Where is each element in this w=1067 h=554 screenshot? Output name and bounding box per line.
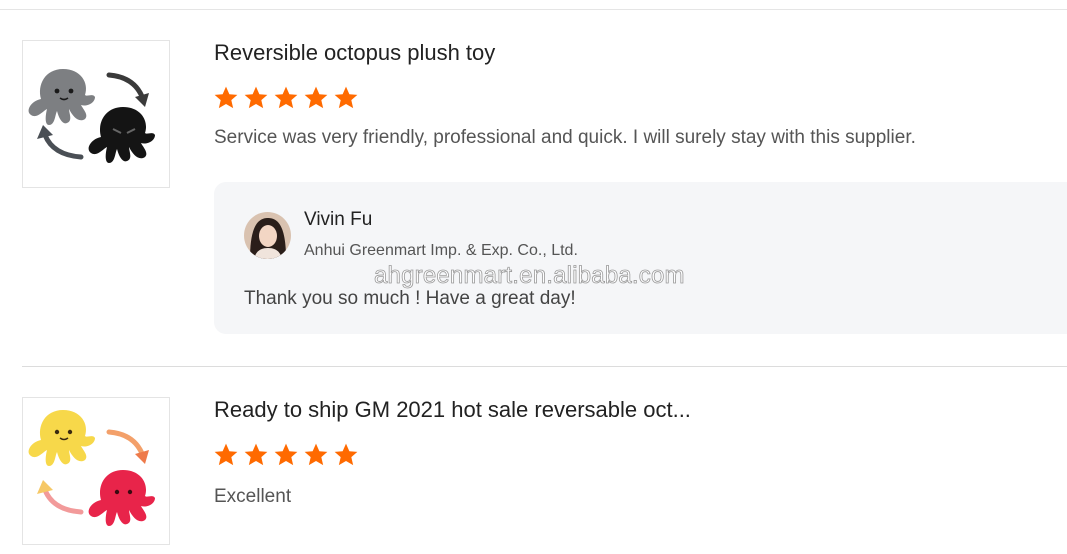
replier-company: Anhui Greenmart Imp. & Exp. Co., Ltd. xyxy=(304,242,578,259)
octopus-image xyxy=(28,69,155,163)
star-icon xyxy=(244,86,268,109)
octopus-image xyxy=(28,410,155,526)
yellow-octopus xyxy=(28,410,95,466)
product-title[interactable]: Ready to ship GM 2021 hot sale reversabl… xyxy=(214,397,691,423)
star-icon xyxy=(304,443,328,466)
star-icon xyxy=(274,443,298,466)
red-octopus xyxy=(88,470,155,526)
replier-name: Vivin Fu xyxy=(304,209,373,230)
review-text: Excellent xyxy=(214,486,292,507)
review-text: Service was very friendly, professional … xyxy=(214,127,916,148)
avatar xyxy=(244,212,291,259)
product-thumbnail[interactable] xyxy=(22,40,170,188)
star-icon xyxy=(304,86,328,109)
star-icon xyxy=(214,86,238,109)
top-divider xyxy=(0,9,1067,10)
supplier-reply: Vivin Fu Anhui Greenmart Imp. & Exp. Co.… xyxy=(214,182,1067,334)
product-thumbnail[interactable] xyxy=(22,397,170,545)
black-octopus xyxy=(88,107,155,163)
review-divider xyxy=(22,366,1067,367)
star-icon xyxy=(274,86,298,109)
star-icon xyxy=(334,443,358,466)
star-icon xyxy=(334,86,358,109)
reply-text: Thank you so much ! Have a great day! xyxy=(244,288,576,309)
product-title[interactable]: Reversible octopus plush toy xyxy=(214,40,495,66)
star-icon xyxy=(214,443,238,466)
star-rating xyxy=(213,85,359,111)
watermark: ahgreenmart.en.alibaba.com xyxy=(374,262,685,290)
star-icon xyxy=(244,443,268,466)
star-rating xyxy=(213,442,359,468)
grey-octopus xyxy=(28,69,95,125)
